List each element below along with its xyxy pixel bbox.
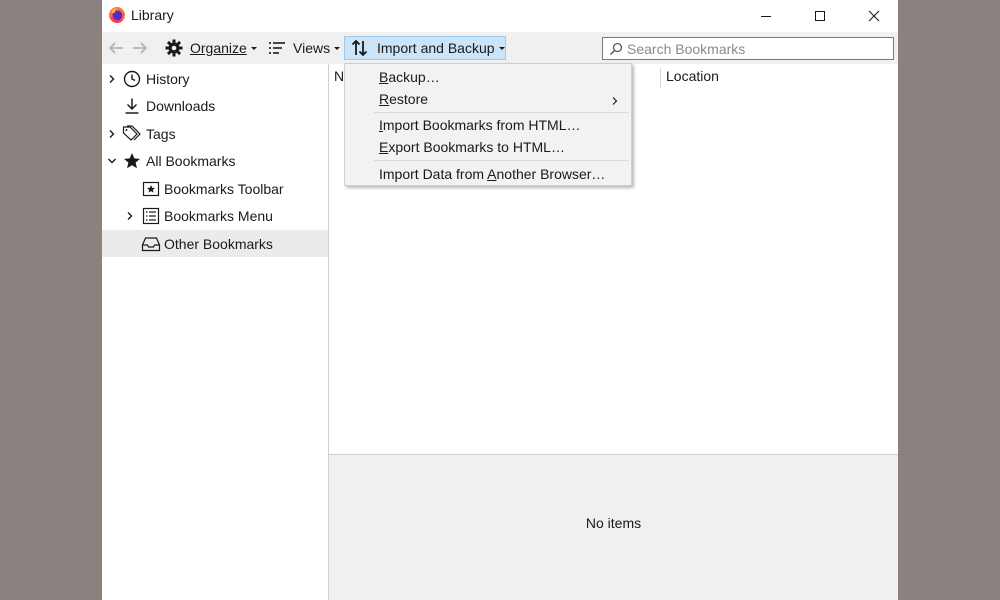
- views-list-icon: [269, 42, 285, 54]
- title-bar: Library: [102, 0, 898, 32]
- import-backup-button[interactable]: Import and Backup: [344, 36, 506, 60]
- back-button[interactable]: [106, 36, 126, 60]
- menu-item-label: Import Bookmarks from HTML…: [379, 117, 580, 133]
- sidebar-item-bookmarks-menu[interactable]: Bookmarks Menu: [102, 202, 328, 229]
- menu-item-import-html[interactable]: Import Bookmarks from HTML…: [345, 114, 631, 136]
- column-separator[interactable]: [660, 68, 661, 88]
- import-backup-caret-icon: [498, 47, 505, 50]
- star-icon: [122, 151, 142, 171]
- menu-item-suffix: ackup…: [388, 69, 440, 85]
- close-icon: [868, 10, 880, 22]
- menu-item-suffix: xport Bookmarks to HTML…: [388, 139, 565, 155]
- sidebar-item-other-bookmarks[interactable]: Other Bookmarks: [102, 230, 328, 257]
- forward-button[interactable]: [130, 36, 150, 60]
- sidebar-item-bookmarks-toolbar[interactable]: Bookmarks Toolbar: [102, 175, 328, 202]
- sidebar-item-label: History: [146, 70, 190, 87]
- menu-item-suffix: mport Bookmarks from HTML…: [382, 117, 581, 133]
- menu-item-restore[interactable]: Restore: [345, 88, 631, 110]
- menu-item-prefix: Import Data from: [379, 166, 488, 182]
- import-backup-label: Import and Backup: [377, 40, 495, 56]
- gear-icon: [165, 39, 183, 57]
- expand-chevron-icon[interactable]: [107, 129, 117, 139]
- expand-chevron-icon[interactable]: [125, 211, 135, 221]
- bookmarks-menu-icon: [141, 206, 161, 226]
- toolbar: Organize Views Import and Backup: [102, 32, 898, 64]
- import-backup-menu: Backup… Restore Import Bookmarks from HT…: [344, 63, 632, 186]
- window-title: Library: [131, 7, 174, 23]
- menu-item-label: Backup…: [379, 69, 440, 85]
- tag-icon: [122, 124, 142, 144]
- expand-chevron-icon[interactable]: [107, 74, 117, 84]
- views-dropdown-caret-icon: [334, 47, 341, 50]
- sidebar-item-label: Downloads: [146, 97, 216, 114]
- search-box[interactable]: [602, 37, 894, 60]
- sidebar-item-tags[interactable]: Tags: [102, 120, 328, 147]
- close-button[interactable]: [847, 0, 898, 32]
- search-icon: [609, 42, 623, 56]
- organize-button[interactable]: Organize: [164, 36, 257, 60]
- menu-item-import-other-browser[interactable]: Import Data from Another Browser…: [345, 163, 631, 185]
- forward-arrow-icon: [133, 42, 148, 54]
- search-input[interactable]: [627, 40, 877, 57]
- menu-item-accelerator: E: [379, 139, 389, 155]
- column-header-location[interactable]: Location: [666, 68, 719, 84]
- sidebar-item-downloads[interactable]: Downloads: [102, 92, 328, 119]
- other-bookmarks-icon: [141, 234, 161, 254]
- menu-item-label: Export Bookmarks to HTML…: [379, 139, 565, 155]
- menu-item-accelerator: B: [379, 69, 389, 85]
- maximize-icon: [815, 11, 825, 21]
- menu-item-suffix: nother Browser…: [496, 166, 606, 182]
- collapse-chevron-icon[interactable]: [107, 156, 117, 166]
- views-button[interactable]: Views: [267, 36, 341, 60]
- menu-item-accelerator: R: [379, 91, 390, 107]
- organize-label: Organize: [190, 40, 247, 56]
- maximize-button[interactable]: [793, 0, 847, 32]
- minimize-button[interactable]: [739, 0, 793, 32]
- menu-item-export-html[interactable]: Export Bookmarks to HTML…: [345, 136, 631, 158]
- sidebar-tree: History Downloads Tags All Bookmarks Boo…: [102, 64, 329, 600]
- clock-icon: [122, 69, 142, 89]
- menu-item-suffix: estore: [389, 91, 429, 107]
- sidebar-item-all-bookmarks[interactable]: All Bookmarks: [102, 147, 328, 174]
- empty-state-text: No items: [585, 515, 642, 531]
- menu-separator: [374, 112, 629, 113]
- menu-item-backup[interactable]: Backup…: [345, 66, 631, 88]
- library-window: Library Organize Views Import and Backup…: [102, 0, 898, 600]
- minimize-icon: [761, 16, 771, 17]
- sidebar-item-label: All Bookmarks: [146, 152, 236, 169]
- sidebar-item-history[interactable]: History: [102, 65, 328, 92]
- firefox-icon: [108, 6, 126, 24]
- menu-item-label: Import Data from Another Browser…: [379, 166, 605, 182]
- column-header-name[interactable]: N: [334, 68, 344, 84]
- sidebar-item-label: Tags: [146, 125, 176, 142]
- menu-item-label: Restore: [379, 91, 428, 107]
- menu-item-accelerator: A: [487, 166, 497, 182]
- views-label: Views: [293, 40, 331, 56]
- sidebar-item-label: Bookmarks Menu: [164, 207, 273, 224]
- import-export-arrows-icon: [351, 39, 368, 57]
- back-arrow-icon: [108, 42, 123, 54]
- sidebar-item-label: Bookmarks Toolbar: [164, 180, 284, 197]
- bookmarks-toolbar-icon: [141, 179, 161, 199]
- menu-separator: [374, 160, 629, 161]
- organize-dropdown-caret-icon: [250, 47, 257, 50]
- sidebar-item-label: Other Bookmarks: [164, 235, 273, 252]
- organize-label-text: Organize: [190, 40, 247, 56]
- download-icon: [122, 96, 142, 116]
- details-pane: No items: [329, 454, 898, 600]
- submenu-arrow-icon: [611, 93, 619, 109]
